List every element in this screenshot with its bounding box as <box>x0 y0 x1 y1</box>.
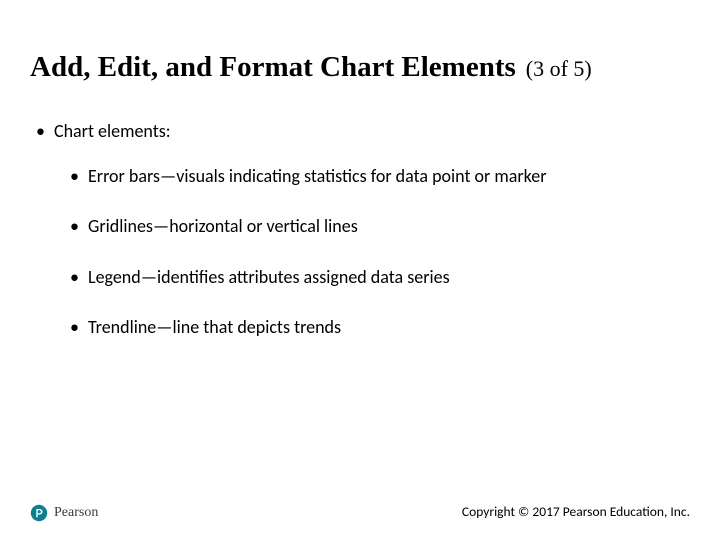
bullet-level2-text: Error bars—visuals indicating statistics… <box>88 165 547 187</box>
bullet-level1: Chart elements: <box>30 120 690 143</box>
slide: Add, Edit, and Format Chart Elements (3 … <box>0 0 720 540</box>
copyright-text: Copyright © 2017 Pearson Education, Inc. <box>462 503 690 520</box>
brand-name: Pearson <box>54 505 98 521</box>
slide-content: Chart elements: Error bars—visuals indic… <box>30 120 690 367</box>
pearson-logo-icon <box>30 504 48 522</box>
bullet-level2: Legend—identifies attributes assigned da… <box>30 266 690 289</box>
slide-footer: Pearson Copyright © 2017 Pearson Educati… <box>0 498 720 522</box>
bullet-level2-text: Trendline—line that depicts trends <box>88 316 341 338</box>
bullet-level2: Trendline—line that depicts trends <box>30 316 690 339</box>
bullet-level2-text: Gridlines—horizontal or vertical lines <box>88 215 358 237</box>
brand-logo: Pearson <box>30 504 98 522</box>
slide-title-row: Add, Edit, and Format Chart Elements (3 … <box>30 52 690 84</box>
bullet-level1-text: Chart elements: <box>54 120 171 142</box>
slide-counter: (3 of 5) <box>526 56 592 81</box>
bullet-level2-text: Legend—identifies attributes assigned da… <box>88 266 450 288</box>
slide-title: Add, Edit, and Format Chart Elements <box>30 51 516 83</box>
bullet-level2: Error bars—visuals indicating statistics… <box>30 165 690 188</box>
bullet-level2: Gridlines—horizontal or vertical lines <box>30 215 690 238</box>
